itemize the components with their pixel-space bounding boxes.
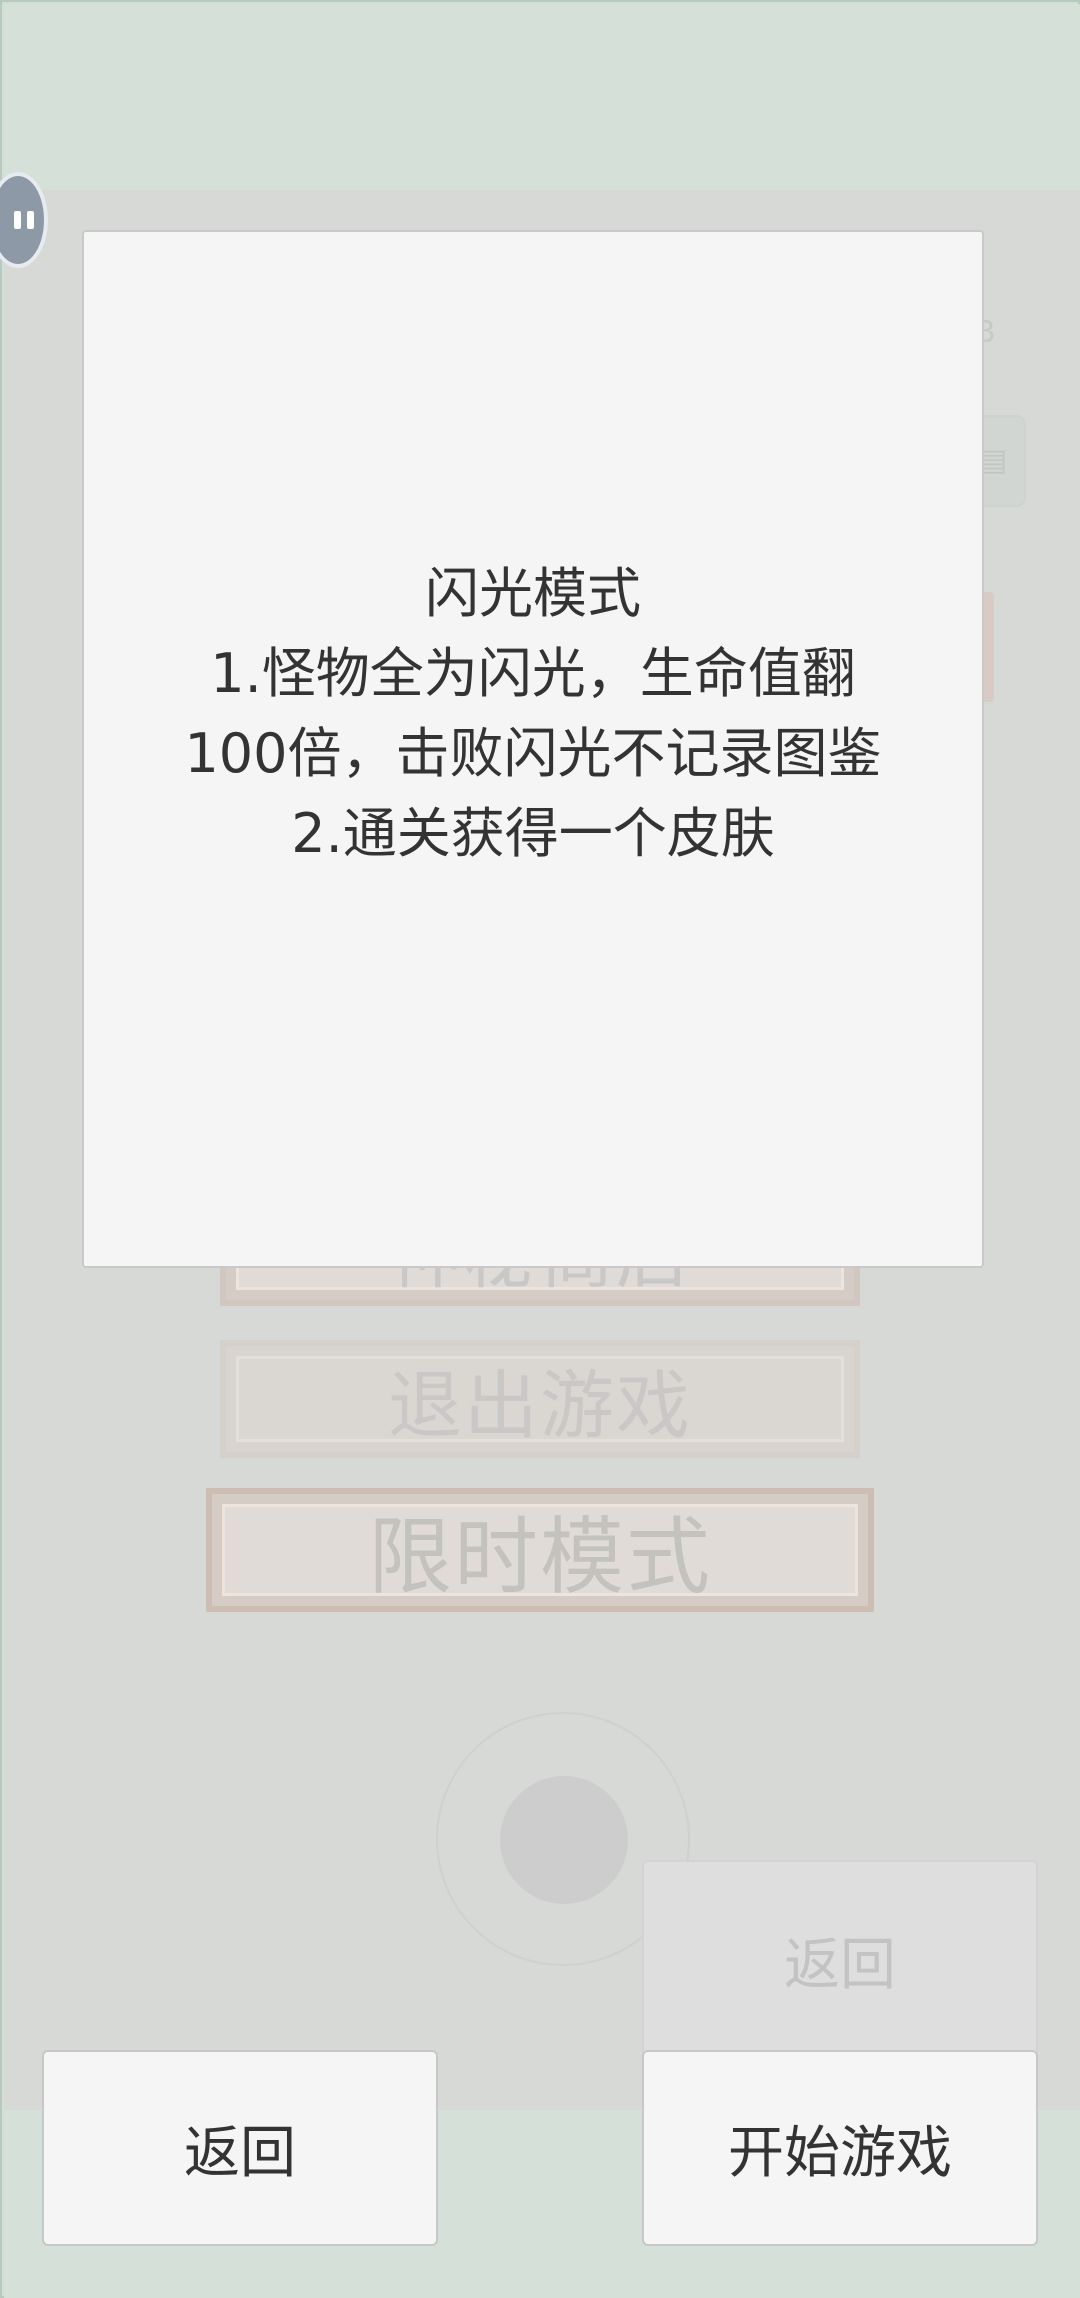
dialog-line: 2.通关获得一个皮肤: [291, 802, 775, 865]
pause-bars: [14, 211, 34, 229]
dialog-line: 100倍，击败闪光不记录图鉴: [184, 722, 882, 785]
dialog-title: 闪光模式: [425, 562, 641, 625]
top-bar: [4, 4, 1080, 190]
back-button[interactable]: 返回: [42, 2050, 438, 2246]
bg-exit-game-button: 退出游戏: [220, 1340, 860, 1458]
dialog-line: 1.怪物全为闪光，生命值翻: [210, 642, 856, 705]
start-game-button[interactable]: 开始游戏: [642, 2050, 1038, 2246]
mode-description-dialog: 闪光模式 1.怪物全为闪光，生命值翻 100倍，击败闪光不记录图鉴 2.通关获得…: [82, 230, 984, 1268]
joystick-knob: [500, 1776, 628, 1904]
bg-time-mode-button: 限时模式: [206, 1488, 874, 1612]
dialog-text: 闪光模式 1.怪物全为闪光，生命值翻 100倍，击败闪光不记录图鉴 2.通关获得…: [84, 554, 982, 874]
bg-button-label: 退出游戏: [388, 1362, 692, 1449]
bg-button-label: 限时模式: [367, 1507, 712, 1606]
bg-back-button: 返回: [642, 1860, 1038, 2060]
